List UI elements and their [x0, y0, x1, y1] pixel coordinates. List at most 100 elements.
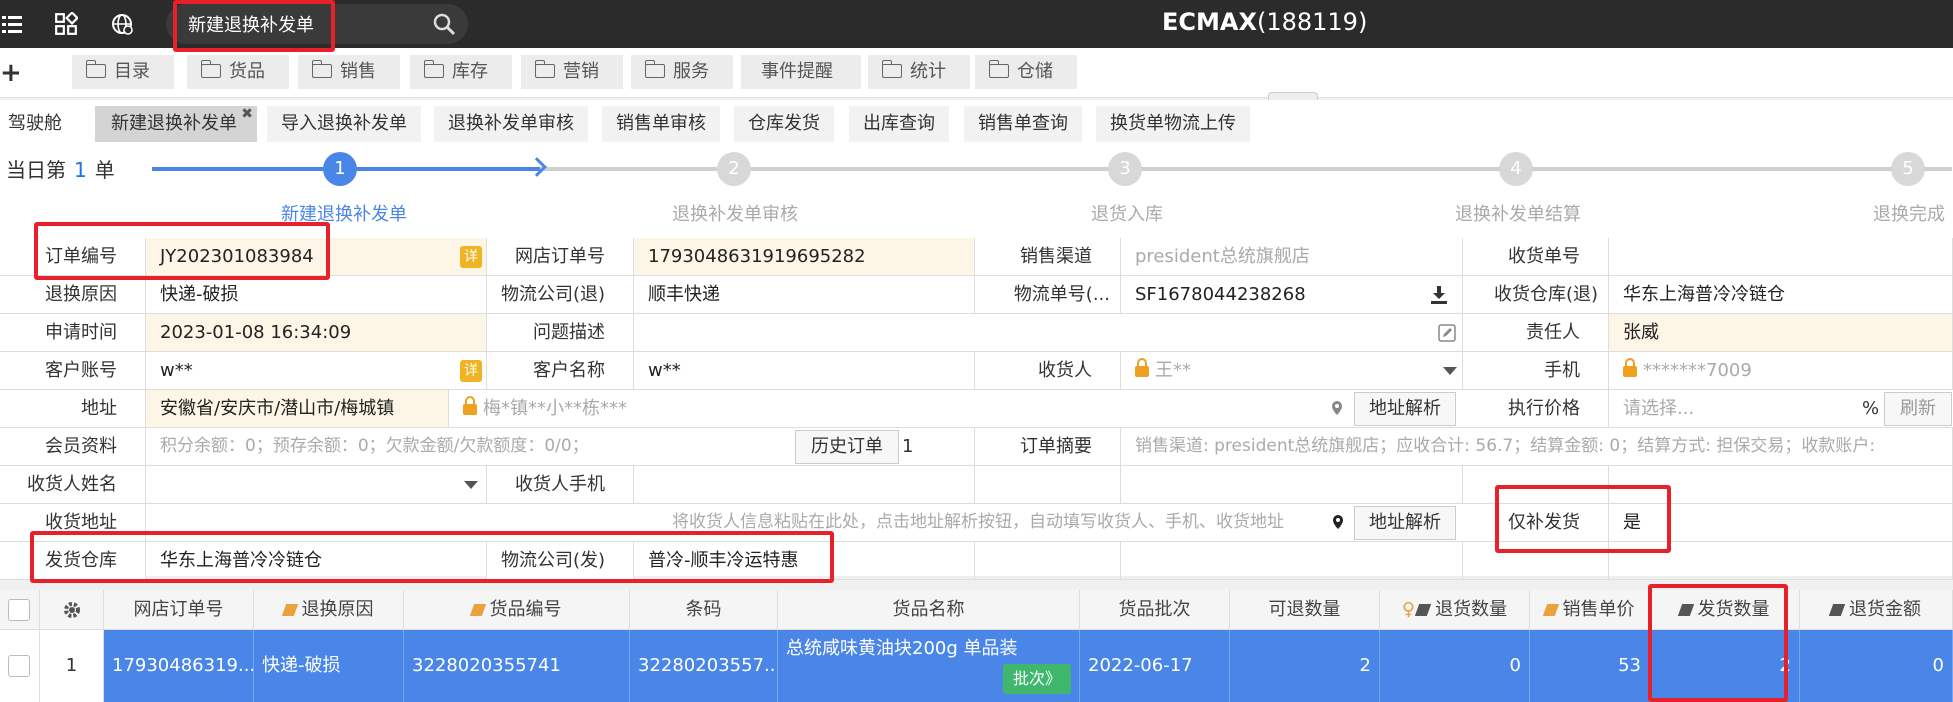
channel-value: president总统旗舰店 — [1121, 238, 1463, 275]
gear-icon[interactable] — [62, 600, 82, 620]
table-row[interactable]: 1 17930486319... 快递-破损 3228020355741 322… — [0, 630, 1953, 702]
cell-return-qty[interactable]: 0 — [1380, 630, 1530, 702]
tab-warehouse-ship[interactable]: 仓库发货 — [734, 106, 834, 142]
address-parse-button[interactable]: 地址解析 — [1354, 392, 1456, 426]
price-select[interactable]: 请选择... — [1609, 390, 1879, 427]
grid-icon[interactable] — [54, 12, 78, 36]
step-arrow-icon — [527, 157, 547, 177]
only-resend-label: 仅补发货 — [1463, 504, 1609, 541]
col-returnable[interactable]: 可退数量 — [1230, 590, 1380, 630]
reason-label: 退换原因 — [0, 276, 146, 313]
address-label: 地址 — [0, 390, 146, 427]
chevron-down-icon[interactable] — [464, 481, 478, 489]
cell-unit-price[interactable]: 53 — [1530, 630, 1650, 702]
menu-item-sales[interactable]: 销售 — [298, 55, 400, 89]
step-4-dot: 4 — [1499, 152, 1533, 186]
logistics-return-value[interactable]: 顺丰快递 — [634, 276, 975, 313]
recv-phone-input[interactable] — [634, 466, 975, 503]
cell-reason[interactable]: 快递-破损 — [254, 630, 404, 702]
only-resend-value[interactable]: 是 — [1609, 504, 1953, 541]
issue-value[interactable] — [634, 314, 1463, 351]
col-ship-qty[interactable]: 发货数量 — [1650, 590, 1800, 630]
download-icon[interactable] — [1431, 286, 1447, 304]
menu-item-stock[interactable]: 库存 — [410, 55, 512, 89]
lock-icon — [1623, 358, 1637, 377]
reason-value[interactable]: 快递-破损 — [146, 276, 487, 313]
close-icon[interactable]: ✖ — [241, 96, 253, 132]
receiver-label: 收货人 — [975, 352, 1121, 389]
recv-name-select[interactable] — [146, 466, 487, 503]
step-4-label: 退换补发单结算 — [1455, 204, 1581, 225]
select-all-cell — [0, 590, 40, 630]
cell-return-amount[interactable]: 0 — [1800, 630, 1953, 702]
return-warehouse-value[interactable]: 华东上海普冷冷链仓 — [1609, 276, 1953, 313]
cell-goods-no[interactable]: 3228020355741 — [404, 630, 630, 702]
step-1-dot: 1 — [323, 152, 357, 186]
col-batch[interactable]: 货品批次 — [1080, 590, 1230, 630]
chevron-down-icon[interactable] — [1443, 367, 1457, 375]
form-row: 申请时间 2023-01-08 16:34:09 问题描述 责任人 张威 — [0, 314, 1953, 352]
tab-sales-query[interactable]: 销售单查询 — [964, 106, 1082, 142]
col-goods-name[interactable]: 货品名称 — [778, 590, 1080, 630]
folder-icon — [85, 60, 106, 78]
history-orders-button[interactable]: 历史订单 — [795, 430, 899, 464]
refresh-button[interactable]: 刷新 — [1884, 392, 1952, 426]
search-icon[interactable] — [432, 12, 456, 36]
address-detail-value[interactable]: 梅*镇**小**栋*** — [449, 390, 1344, 427]
ship-warehouse-value[interactable]: 华东上海普冷冷链仓 — [146, 542, 487, 579]
menu-item-goods[interactable]: 货品 — [187, 55, 289, 89]
logistics-return-label: 物流公司(退) — [487, 276, 634, 313]
search-box[interactable] — [166, 4, 468, 44]
search-input[interactable] — [188, 10, 418, 38]
col-reason[interactable]: 退换原因 — [254, 590, 404, 630]
cell-barcode[interactable]: 32280203557... — [630, 630, 778, 702]
edit-icon[interactable] — [1438, 324, 1456, 342]
col-goods-no[interactable]: 货品编号 — [404, 590, 630, 630]
cell-goods-name[interactable]: 总统咸味黄油块200g 单品装 批次》 — [778, 630, 1080, 702]
progress-steps: 当日第 1 单 1 2 3 4 5 新建退换补发单 退换补发单审核 退货入库 退换补… — [0, 146, 1953, 238]
col-return-amount[interactable]: 退货金额 — [1800, 590, 1953, 630]
tab-import-return[interactable]: 导入退换补发单 — [267, 106, 421, 142]
app-brand: ECMAX(188119) — [1162, 8, 1368, 36]
globe-icon[interactable] — [110, 12, 134, 36]
menu-icon[interactable] — [0, 12, 24, 36]
edit-pen-icon — [281, 604, 298, 616]
menu-item-catalog[interactable]: 目录 — [72, 55, 174, 89]
tab-exchange-logistics[interactable]: 换货单物流上传 — [1096, 106, 1250, 142]
batch-button[interactable]: 批次》 — [1002, 664, 1071, 694]
tab-bar: 驾驶舱 新建退换补发单 ✖ 导入退换补发单 退换补发单审核 销售单审核 仓库发货 … — [0, 100, 1953, 146]
col-shop-order[interactable]: 网店订单号 — [104, 590, 254, 630]
recv-address-parse-button[interactable]: 地址解析 — [1354, 506, 1456, 540]
col-barcode[interactable]: 条码 — [630, 590, 778, 630]
recv-address-input[interactable]: 将收货人信息粘贴在此处，点击地址解析按钮，自动填写收货人、手机、收货地址 — [146, 504, 1344, 541]
row-checkbox[interactable] — [8, 655, 30, 677]
add-icon[interactable]: + — [0, 58, 22, 88]
col-unit-price[interactable]: 销售单价 — [1530, 590, 1650, 630]
price-unit: % — [1862, 398, 1880, 419]
member-label: 会员资料 — [0, 428, 146, 465]
tab-new-return[interactable]: 新建退换补发单 ✖ — [95, 106, 257, 142]
cell-batch[interactable]: 2022-06-17 — [1080, 630, 1230, 702]
cell-shop-order[interactable]: 17930486319... — [104, 630, 254, 702]
address-region-value[interactable]: 安徽省/安庆市/潜山市/梅城镇 — [146, 390, 449, 427]
menu-item-service[interactable]: 服务 — [631, 55, 733, 89]
tab-cockpit[interactable]: 驾驶舱 — [0, 106, 76, 142]
logistics-send-value[interactable]: 普冷-顺丰冷运特惠 — [634, 542, 975, 579]
folder-icon — [423, 60, 444, 78]
detail-icon[interactable]: 详 — [460, 360, 482, 382]
select-all-checkbox[interactable] — [8, 599, 30, 621]
menu-item-marketing[interactable]: 营销 — [521, 55, 623, 89]
tab-outbound-query[interactable]: 出库查询 — [849, 106, 949, 142]
menu-item-stats[interactable]: 统计 — [868, 55, 970, 89]
col-return-qty[interactable]: ♀ 退货数量 — [1380, 590, 1530, 630]
cell-ship-qty[interactable]: 2 — [1650, 630, 1800, 702]
tab-sales-review[interactable]: 销售单审核 — [602, 106, 720, 142]
detail-icon[interactable]: 详 — [460, 246, 482, 268]
menu-item-events[interactable]: 事件提醒 — [741, 55, 861, 89]
receiver-value[interactable]: 王** — [1121, 352, 1463, 389]
tab-return-review[interactable]: 退换补发单审核 — [434, 106, 588, 142]
cell-returnable[interactable]: 2 — [1230, 630, 1380, 702]
owner-value[interactable]: 张威 — [1609, 314, 1953, 351]
menu-item-warehouse[interactable]: 仓储 — [975, 55, 1077, 89]
tracking-value[interactable]: SF1678044238268 — [1121, 276, 1463, 313]
